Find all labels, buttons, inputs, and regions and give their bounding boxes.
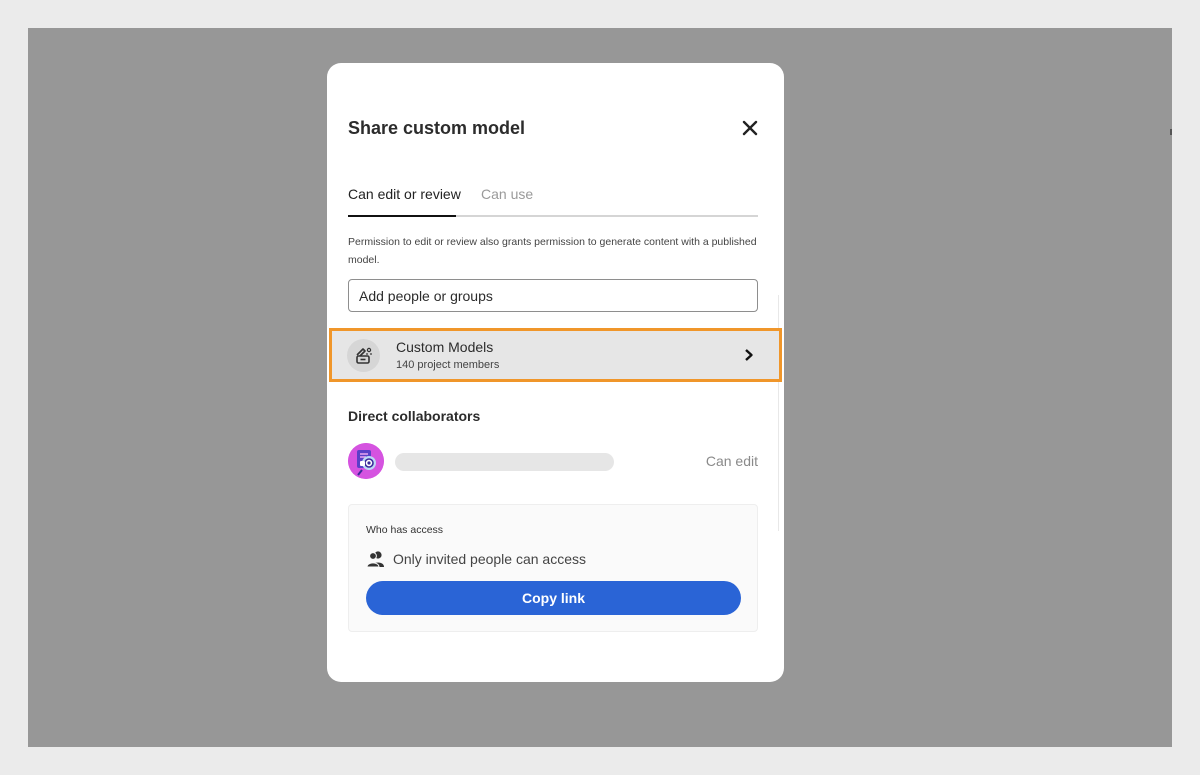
collaborator-row: Can edit <box>348 443 758 479</box>
active-tab-indicator <box>348 215 456 217</box>
share-dialog: Share custom model Can edit or review Ca… <box>327 63 784 682</box>
group-row-custom-models[interactable]: Custom Models 140 project members <box>329 328 782 382</box>
collaborator-name-placeholder <box>395 453 614 471</box>
close-button[interactable] <box>739 117 761 139</box>
access-status-text: Only invited people can access <box>393 551 586 567</box>
chevron-right-icon <box>745 349 753 361</box>
dialog-title: Share custom model <box>348 118 526 138</box>
permission-tabs: Can edit or review Can use <box>348 183 758 217</box>
copy-link-button[interactable]: Copy link <box>366 581 741 615</box>
avatar-illustration-icon <box>348 443 384 479</box>
tab-can-edit-or-review[interactable]: Can edit or review <box>348 186 461 202</box>
access-panel: Who has access Only invited people can a… <box>348 504 758 632</box>
edge-mark <box>1170 129 1172 135</box>
access-status: Only invited people can access <box>366 549 586 569</box>
avatar <box>348 443 384 479</box>
close-icon <box>742 120 758 136</box>
permission-description: Permission to edit or review also grants… <box>348 236 757 266</box>
custom-model-icon <box>355 347 372 364</box>
direct-collaborators-title: Direct collaborators <box>348 408 481 424</box>
tab-can-use[interactable]: Can use <box>481 186 533 202</box>
people-icon <box>366 551 384 568</box>
access-label: Who has access <box>366 524 444 536</box>
group-avatar <box>347 339 380 372</box>
group-name: Custom Models <box>396 339 494 355</box>
collaborator-permission[interactable]: Can edit <box>706 453 758 469</box>
group-members-count: 140 project members <box>396 359 500 371</box>
add-people-input[interactable] <box>348 279 758 312</box>
